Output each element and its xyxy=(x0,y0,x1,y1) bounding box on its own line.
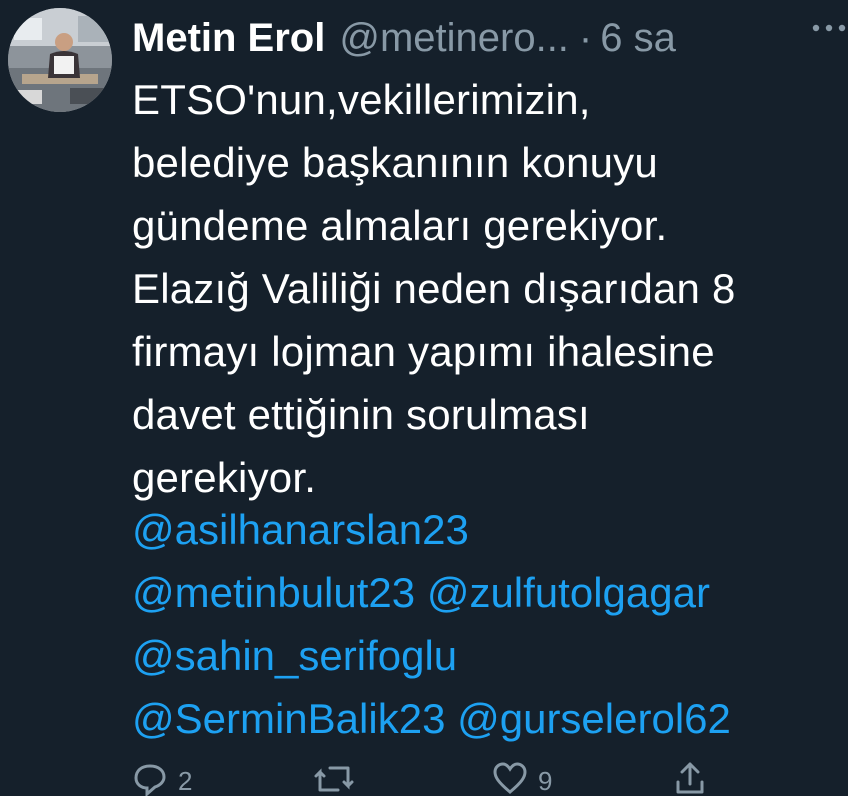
timestamp[interactable]: 6 sa xyxy=(600,16,676,61)
mention-link[interactable]: @metinbulut23 xyxy=(132,569,415,616)
mention-link[interactable]: @sahin_serifoglu xyxy=(132,632,457,679)
tweet-text-line: belediye başkanının konuyu xyxy=(132,139,658,186)
tweet-text-line: davet ettiğinin sorulması xyxy=(132,391,590,438)
mention-link[interactable]: @zulfutolgagar xyxy=(427,569,710,616)
retweet-button[interactable] xyxy=(312,760,356,796)
reply-count: 2 xyxy=(178,766,193,796)
mentions: @asilhanarslan23 @metinbulut23 @zulfutol… xyxy=(132,498,842,750)
like-icon xyxy=(493,762,527,794)
like-count: 9 xyxy=(538,766,553,796)
mention-link[interactable]: @SerminBalik23 xyxy=(132,695,445,742)
reply-icon xyxy=(134,764,166,796)
user-handle[interactable]: @metinero... xyxy=(339,16,569,61)
reply-button[interactable]: 2 xyxy=(132,760,192,796)
display-name[interactable]: Metin Erol xyxy=(132,16,325,61)
tweet-text: ETSO'nun,vekillerimizin, belediye başkan… xyxy=(132,68,832,509)
tweet: Metin Erol @metinero... · 6 sa ETSO'nun,… xyxy=(0,0,848,796)
tweet-text-line: Elazığ Valiliği neden dışarıdan 8 xyxy=(132,265,736,312)
avatar-image xyxy=(8,8,112,112)
retweet-icon xyxy=(314,766,354,792)
tweet-text-line: ETSO'nun,vekillerimizin, xyxy=(132,76,591,123)
share-icon xyxy=(676,762,704,794)
tweet-actions: 2 9 xyxy=(132,760,832,796)
tweet-header: Metin Erol @metinero... · 6 sa xyxy=(132,10,832,66)
separator-dot: · xyxy=(578,15,593,60)
mention-link[interactable]: @asilhanarslan23 xyxy=(132,506,469,553)
avatar[interactable] xyxy=(8,8,112,112)
mention-link[interactable]: @gurselerol62 xyxy=(457,695,731,742)
tweet-text-line: firmayı lojman yapımı ihalesine xyxy=(132,328,715,375)
tweet-text-line: gündeme almaları gerekiyor. xyxy=(132,202,668,249)
like-button[interactable]: 9 xyxy=(492,760,552,796)
more-icon[interactable] xyxy=(810,18,848,38)
share-button[interactable] xyxy=(672,760,708,796)
